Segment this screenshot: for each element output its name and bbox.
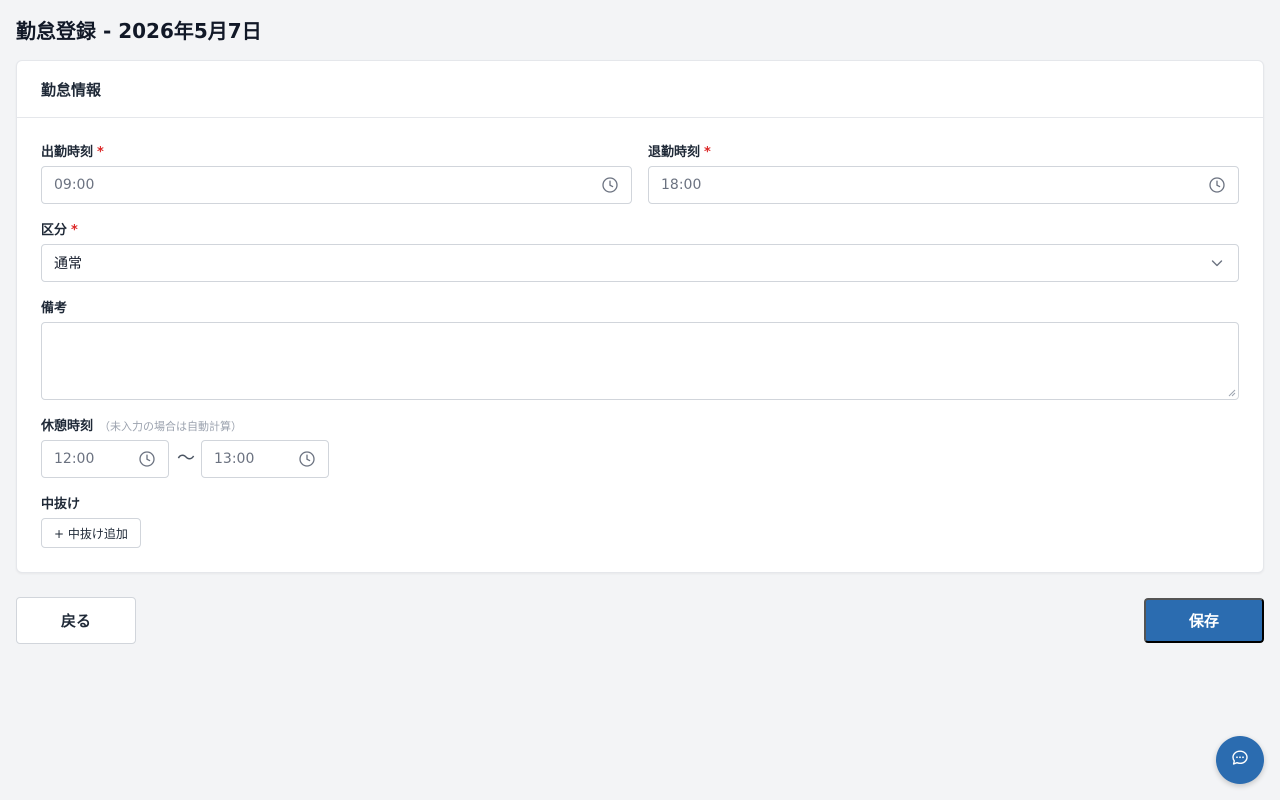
remarks-label: 備考: [41, 301, 68, 316]
clock-in-label: 出勤時刻 *: [41, 145, 104, 160]
required-mark: *: [71, 223, 78, 238]
break-time-separator: 〜: [177, 448, 195, 469]
chat-button[interactable]: [1216, 736, 1264, 784]
card-title: 勤怠情報: [41, 80, 102, 99]
required-mark: *: [97, 145, 104, 160]
break-time-label: 休憩時刻 （未入力の場合は自動計算）: [41, 419, 243, 434]
clock-in-value: 09:00: [54, 177, 95, 193]
category-label: 区分 *: [41, 223, 78, 238]
category-select[interactable]: 通常: [41, 244, 1239, 282]
clock-in-input[interactable]: 09:00: [41, 166, 632, 204]
required-mark: *: [704, 145, 711, 160]
clock-out-label: 退勤時刻 *: [648, 145, 711, 160]
chat-bubble-icon: [1231, 749, 1249, 771]
page-title: 勤怠登録 - 2026年5月7日: [16, 19, 262, 43]
add-interruption-button[interactable]: + 中抜け追加: [41, 518, 141, 548]
break-time-hint: （未入力の場合は自動計算）: [99, 420, 243, 433]
break-start-input[interactable]: 12:00: [41, 440, 169, 478]
break-start-value: 12:00: [54, 451, 95, 467]
back-button[interactable]: 戻る: [16, 597, 136, 644]
remarks-textarea[interactable]: [41, 322, 1239, 400]
interruption-label: 中抜け: [41, 497, 81, 512]
clock-out-value: 18:00: [661, 177, 702, 193]
card-header: 勤怠情報: [17, 61, 1263, 118]
break-end-input[interactable]: 13:00: [201, 440, 329, 478]
clock-icon[interactable]: [298, 450, 316, 468]
resize-grip-icon[interactable]: [1228, 389, 1236, 397]
chevron-down-icon: [1208, 254, 1226, 272]
attendance-card: 勤怠情報 出勤時刻 * 09:00 退勤時刻 * 18:00 区分 * 通常 備考 休…: [16, 60, 1264, 573]
clock-icon[interactable]: [138, 450, 156, 468]
break-end-value: 13:00: [214, 451, 255, 467]
clock-out-input[interactable]: 18:00: [648, 166, 1239, 204]
category-selected-value: 通常: [54, 256, 82, 272]
save-button[interactable]: 保存: [1144, 598, 1264, 643]
clock-icon[interactable]: [601, 176, 619, 194]
clock-icon[interactable]: [1208, 176, 1226, 194]
